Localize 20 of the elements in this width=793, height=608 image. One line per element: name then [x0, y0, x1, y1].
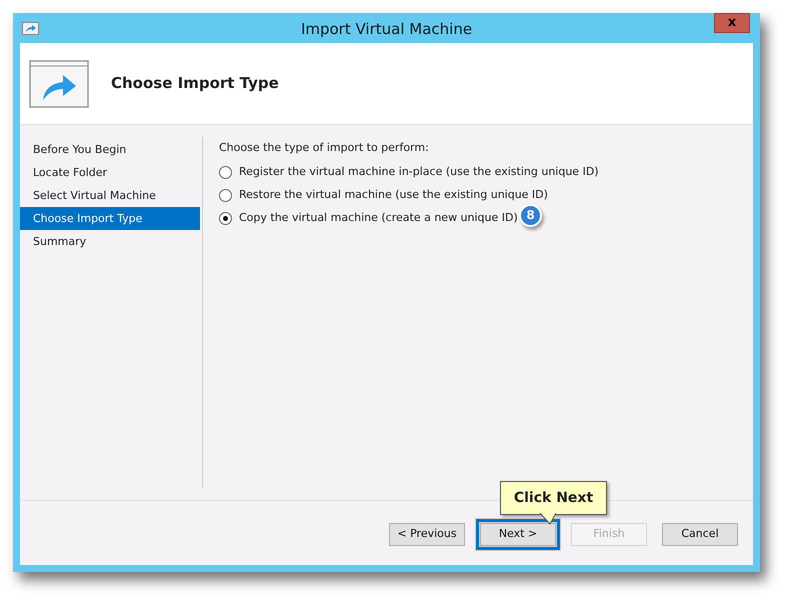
sidebar-item[interactable]: Summary [20, 230, 200, 253]
option-label[interactable]: Restore the virtual machine (use the existing unique ID) [239, 186, 548, 204]
wizard-button[interactable]: Cancel [662, 523, 738, 546]
sidebar-item[interactable]: Choose Import Type [20, 207, 200, 230]
window-title: Import Virtual Machine [300, 19, 472, 40]
callout: Click Next [500, 481, 607, 515]
sidebar-item[interactable]: Before You Begin [20, 138, 200, 161]
prompt-text: Choose the type of import to perform: [219, 140, 430, 156]
radio-button[interactable] [219, 212, 232, 224]
sidebar-item[interactable]: Locate Folder [20, 161, 200, 184]
option-label[interactable]: Register the virtual machine in-place (use the existing unique ID) [239, 164, 599, 180]
close-button[interactable]: x [714, 13, 750, 33]
callout-pointer [540, 513, 556, 525]
sidebar-item[interactable]: Select Virtual Machine [20, 184, 200, 207]
radio-button[interactable] [219, 166, 232, 178]
page-heading: Choose Import Type [111, 73, 279, 94]
option-label[interactable]: Copy the virtual machine (create a new unique ID) [239, 210, 518, 226]
app-icon [22, 22, 39, 34]
radio-button[interactable] [219, 188, 232, 202]
wizard-button[interactable]: < Previous [389, 523, 465, 546]
